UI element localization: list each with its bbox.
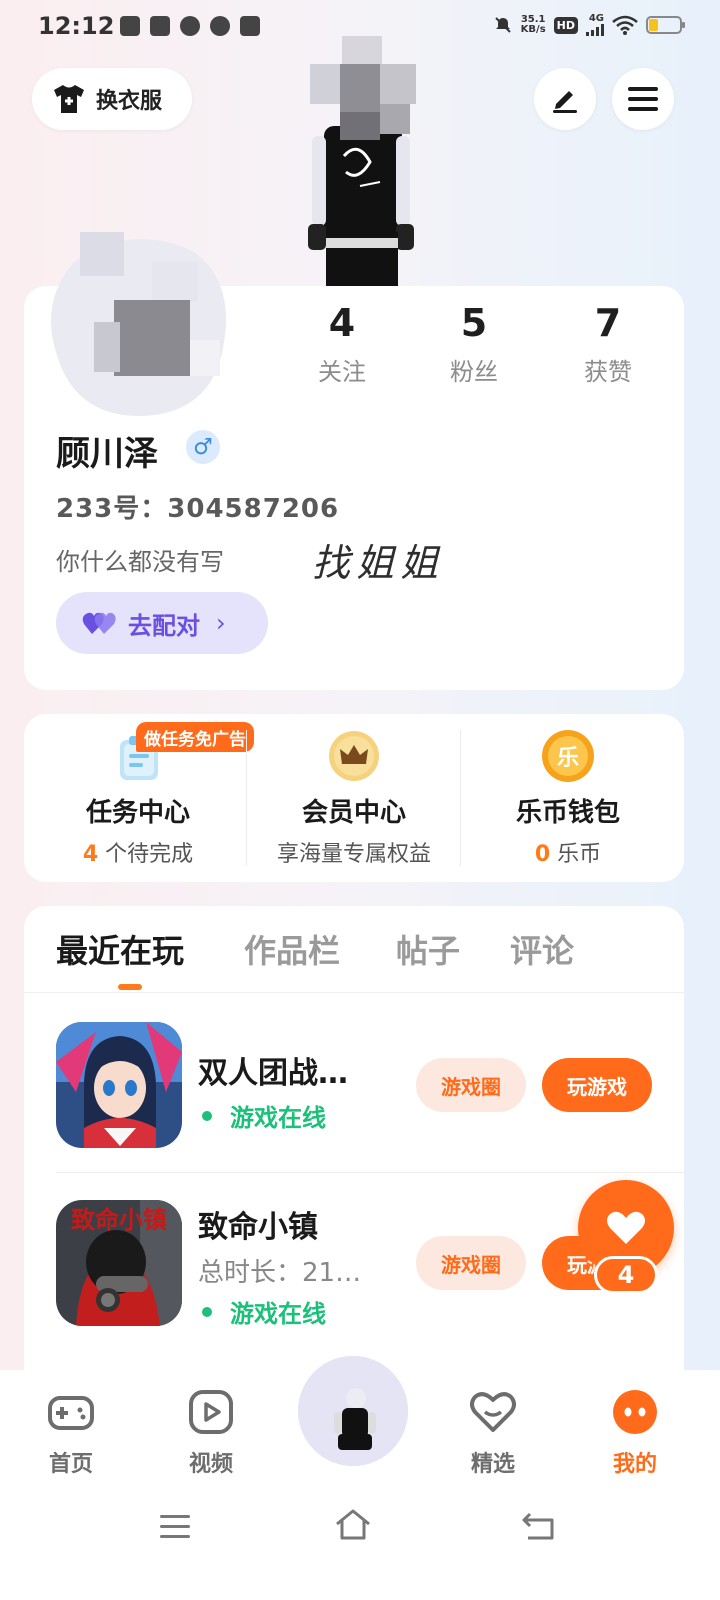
status-right: 35.1 KB/s HD 4G xyxy=(493,14,685,36)
system-nav-bar xyxy=(0,1490,720,1600)
active-tab-indicator xyxy=(118,984,142,990)
nav-featured[interactable]: 精选 xyxy=(438,1388,548,1478)
stat-followers-label: 粉丝 xyxy=(450,358,498,386)
double-heart-icon xyxy=(82,612,116,634)
battery-icon xyxy=(646,16,685,34)
game-online-status: 游戏在线 xyxy=(198,1294,326,1329)
tshirt-icon xyxy=(54,85,84,113)
mute-bell-icon xyxy=(494,17,511,33)
task-center-title: 任务中心 xyxy=(85,798,190,828)
signal-bars-icon xyxy=(586,24,604,36)
stat-following-value: 4 xyxy=(328,301,356,345)
nav-home-label: 首页 xyxy=(48,1452,93,1477)
task-center-subtitle: 4 个待完成 xyxy=(82,842,194,867)
heart-icon xyxy=(607,1211,645,1244)
heart-badge-icon xyxy=(470,1392,516,1432)
user-avatar[interactable] xyxy=(34,222,234,418)
play-game-button[interactable]: 玩游戏 xyxy=(542,1058,652,1112)
edit-profile-button[interactable] xyxy=(534,68,596,130)
online-dot-icon xyxy=(202,1110,212,1121)
flash-notification-icon xyxy=(240,16,260,36)
recent-apps-icon[interactable] xyxy=(158,1512,192,1542)
username: 顾川泽 xyxy=(56,434,158,474)
tab-works[interactable]: 作品栏 xyxy=(244,926,340,972)
tab-recently-played[interactable]: 最近在玩 xyxy=(56,926,184,972)
game-icon-anime-girl[interactable] xyxy=(56,1022,182,1148)
tab-comments[interactable]: 评论 xyxy=(510,926,574,972)
user-id[interactable]: 233号：304587206 xyxy=(56,488,339,525)
tab-posts[interactable]: 帖子 xyxy=(396,926,460,972)
coin-icon: 乐 xyxy=(542,730,594,782)
home-icon[interactable] xyxy=(334,1508,372,1542)
nav-mine[interactable]: 我的 xyxy=(580,1388,690,1478)
app-notification-icon xyxy=(120,16,140,36)
wallet-subtitle: 0 乐币 xyxy=(534,842,602,867)
game-icon-deadly-town[interactable]: 致命小镇 xyxy=(56,1200,182,1326)
stat-likes-value: 7 xyxy=(594,301,622,345)
nav-featured-label: 精选 xyxy=(470,1452,515,1477)
game-playtime: 总时长：21… xyxy=(198,1258,362,1288)
net-speed: 35.1 KB/s xyxy=(520,14,546,35)
stat-following-label: 关注 xyxy=(318,358,366,386)
stat-followers-value: 5 xyxy=(460,301,488,345)
no-ads-task-badge: 做任务免广告 xyxy=(136,722,254,752)
center-avatar-button[interactable] xyxy=(298,1356,408,1466)
pixelated-avatar-head xyxy=(310,36,416,140)
game-title: 双人团战… xyxy=(198,1056,348,1091)
cell-signal: 4G xyxy=(586,14,604,36)
chevron-right-icon: › xyxy=(216,609,226,637)
menu-icon xyxy=(628,87,658,111)
menu-button[interactable] xyxy=(612,68,674,130)
wallet-entry[interactable]: 乐 乐币钱包 0 乐币 xyxy=(458,714,678,882)
change-outfit-button[interactable]: 换衣服 xyxy=(32,68,192,130)
game-title: 致命小镇 xyxy=(198,1210,318,1245)
wechat-notification-icon xyxy=(210,16,230,36)
vip-center-title: 会员中心 xyxy=(301,798,406,828)
match-button[interactable]: 去配对 › xyxy=(56,592,268,654)
bio-text[interactable]: 你什么都没有写 xyxy=(56,542,224,577)
nav-mine-label: 我的 xyxy=(612,1452,657,1477)
stat-likes-label: 获赞 xyxy=(584,358,632,386)
notification-icons xyxy=(120,16,260,36)
mail-notification-icon xyxy=(150,16,170,36)
pencil-icon xyxy=(553,91,577,113)
back-icon[interactable] xyxy=(520,1510,558,1542)
row-divider xyxy=(56,1172,684,1173)
match-label: 去配对 xyxy=(128,611,200,640)
tab-divider xyxy=(24,992,684,993)
handwritten-annotation: 找姐姐 xyxy=(312,541,445,585)
vip-center-subtitle: 享海量专属权益 xyxy=(276,842,431,867)
crown-icon xyxy=(329,731,379,781)
online-dot-icon xyxy=(202,1306,212,1317)
like-count-badge: 4 xyxy=(594,1256,658,1294)
status-time: 12:12 xyxy=(38,12,115,40)
video-play-icon xyxy=(189,1390,233,1434)
network-type: 4G xyxy=(588,13,604,24)
gender-male-icon: ♂ xyxy=(186,430,220,464)
vip-center-entry[interactable]: 会员中心 享海量专属权益 xyxy=(244,714,464,882)
stat-followers[interactable]: 5 粉丝 xyxy=(414,300,534,387)
stat-following[interactable]: 4 关注 xyxy=(282,300,402,387)
smile-face-icon xyxy=(613,1390,657,1434)
stat-likes[interactable]: 7 获赞 xyxy=(548,300,668,387)
nav-video[interactable]: 视频 xyxy=(156,1388,266,1478)
svg-text:致命小镇: 致命小镇 xyxy=(71,1205,167,1234)
hd-badge: HD xyxy=(553,16,578,34)
nav-video-label: 视频 xyxy=(188,1452,233,1477)
link-notification-icon xyxy=(180,16,200,36)
wallet-title: 乐币钱包 xyxy=(515,798,620,828)
gamepad-icon xyxy=(48,1396,94,1430)
change-outfit-label: 换衣服 xyxy=(96,89,163,114)
game-circle-button[interactable]: 游戏圈 xyxy=(416,1236,526,1290)
game-circle-button[interactable]: 游戏圈 xyxy=(416,1058,526,1112)
wifi-icon xyxy=(612,15,638,35)
game-online-status: 游戏在线 xyxy=(198,1098,326,1133)
nav-home[interactable]: 首页 xyxy=(16,1388,126,1478)
